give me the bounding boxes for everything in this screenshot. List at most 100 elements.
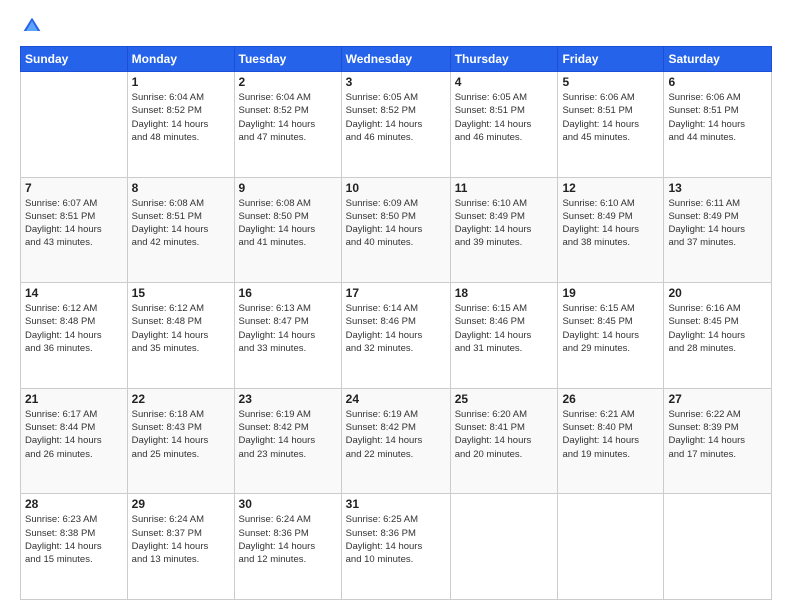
day-info: Sunrise: 6:14 AM Sunset: 8:46 PM Dayligh…: [346, 302, 446, 355]
calendar-header-wednesday: Wednesday: [341, 47, 450, 72]
calendar-cell: 7 Sunrise: 6:07 AM Sunset: 8:51 PM Daylig…: [21, 177, 128, 283]
day-number: 27: [668, 392, 767, 406]
day-info: Sunrise: 6:20 AM Sunset: 8:41 PM Dayligh…: [455, 408, 554, 461]
day-number: 22: [132, 392, 230, 406]
day-number: 16: [239, 286, 337, 300]
calendar-cell: 3 Sunrise: 6:05 AM Sunset: 8:52 PM Daylig…: [341, 72, 450, 178]
day-number: 15: [132, 286, 230, 300]
calendar-cell: 12 Sunrise: 6:10 AM Sunset: 8:49 PM Dayli…: [558, 177, 664, 283]
day-info: Sunrise: 6:11 AM Sunset: 8:49 PM Dayligh…: [668, 197, 767, 250]
day-number: 4: [455, 75, 554, 89]
day-number: 9: [239, 181, 337, 195]
day-info: Sunrise: 6:15 AM Sunset: 8:46 PM Dayligh…: [455, 302, 554, 355]
day-number: 10: [346, 181, 446, 195]
day-info: Sunrise: 6:08 AM Sunset: 8:51 PM Dayligh…: [132, 197, 230, 250]
calendar-cell: 15Sunrise: 6:12 AM Sunset: 8:48 PM Dayli…: [127, 283, 234, 389]
calendar-cell: 8 Sunrise: 6:08 AM Sunset: 8:51 PM Daylig…: [127, 177, 234, 283]
calendar-cell: 24 Sunrise: 6:19 AM Sunset: 8:42 PM Dayli…: [341, 388, 450, 494]
day-info: Sunrise: 6:09 AM Sunset: 8:50 PM Dayligh…: [346, 197, 446, 250]
calendar-week-row-2: 14 Sunrise: 6:12 AM Sunset: 8:48 PM Dayli…: [21, 283, 772, 389]
day-number: 7: [25, 181, 123, 195]
calendar-cell: 11 Sunrise: 6:10 AM Sunset: 8:49 PM Dayli…: [450, 177, 558, 283]
calendar-cell: 28Sunrise: 6:23 AM Sunset: 8:38 PM Dayli…: [21, 494, 128, 600]
day-number: 2: [239, 75, 337, 89]
calendar-cell: [450, 494, 558, 600]
day-info: Sunrise: 6:07 AM Sunset: 8:51 PM Dayligh…: [25, 197, 123, 250]
calendar-cell: [21, 72, 128, 178]
day-info: Sunrise: 6:05 AM Sunset: 8:52 PM Dayligh…: [346, 91, 446, 144]
day-info: Sunrise: 6:24 AM Sunset: 8:36 PM Dayligh…: [239, 513, 337, 566]
day-info: Sunrise: 6:25 AM Sunset: 8:36 PM Dayligh…: [346, 513, 446, 566]
day-number: 12: [562, 181, 659, 195]
calendar-header-saturday: Saturday: [664, 47, 772, 72]
calendar-cell: 26Sunrise: 6:21 AM Sunset: 8:40 PM Dayli…: [558, 388, 664, 494]
calendar-header-thursday: Thursday: [450, 47, 558, 72]
day-info: Sunrise: 6:06 AM Sunset: 8:51 PM Dayligh…: [668, 91, 767, 144]
day-info: Sunrise: 6:12 AM Sunset: 8:48 PM Dayligh…: [25, 302, 123, 355]
day-number: 18: [455, 286, 554, 300]
day-number: 6: [668, 75, 767, 89]
calendar-week-row-0: 1Sunrise: 6:04 AM Sunset: 8:52 PM Daylig…: [21, 72, 772, 178]
calendar-header-friday: Friday: [558, 47, 664, 72]
day-info: Sunrise: 6:13 AM Sunset: 8:47 PM Dayligh…: [239, 302, 337, 355]
calendar-cell: 2 Sunrise: 6:04 AM Sunset: 8:52 PM Daylig…: [234, 72, 341, 178]
calendar-cell: 16 Sunrise: 6:13 AM Sunset: 8:47 PM Dayli…: [234, 283, 341, 389]
calendar-cell: 1Sunrise: 6:04 AM Sunset: 8:52 PM Daylig…: [127, 72, 234, 178]
calendar-cell: 30 Sunrise: 6:24 AM Sunset: 8:36 PM Dayli…: [234, 494, 341, 600]
day-info: Sunrise: 6:17 AM Sunset: 8:44 PM Dayligh…: [25, 408, 123, 461]
calendar-cell: 14 Sunrise: 6:12 AM Sunset: 8:48 PM Dayli…: [21, 283, 128, 389]
day-number: 23: [239, 392, 337, 406]
day-number: 13: [668, 181, 767, 195]
day-number: 28: [25, 497, 123, 511]
day-number: 3: [346, 75, 446, 89]
calendar-header-tuesday: Tuesday: [234, 47, 341, 72]
calendar-header-row: SundayMondayTuesdayWednesdayThursdayFrid…: [21, 47, 772, 72]
day-info: Sunrise: 6:04 AM Sunset: 8:52 PM Dayligh…: [239, 91, 337, 144]
day-number: 5: [562, 75, 659, 89]
day-number: 30: [239, 497, 337, 511]
page: SundayMondayTuesdayWednesdayThursdayFrid…: [0, 0, 792, 612]
day-info: Sunrise: 6:22 AM Sunset: 8:39 PM Dayligh…: [668, 408, 767, 461]
day-info: Sunrise: 6:04 AM Sunset: 8:52 PM Dayligh…: [132, 91, 230, 144]
day-number: 24: [346, 392, 446, 406]
day-info: Sunrise: 6:08 AM Sunset: 8:50 PM Dayligh…: [239, 197, 337, 250]
day-info: Sunrise: 6:19 AM Sunset: 8:42 PM Dayligh…: [239, 408, 337, 461]
day-info: Sunrise: 6:24 AM Sunset: 8:37 PM Dayligh…: [132, 513, 230, 566]
logo: [20, 16, 42, 36]
day-number: 19: [562, 286, 659, 300]
calendar-cell: [664, 494, 772, 600]
day-info: Sunrise: 6:19 AM Sunset: 8:42 PM Dayligh…: [346, 408, 446, 461]
calendar-cell: 4Sunrise: 6:05 AM Sunset: 8:51 PM Daylig…: [450, 72, 558, 178]
calendar-cell: 25 Sunrise: 6:20 AM Sunset: 8:41 PM Dayli…: [450, 388, 558, 494]
calendar-cell: 23 Sunrise: 6:19 AM Sunset: 8:42 PM Dayli…: [234, 388, 341, 494]
calendar-cell: 21Sunrise: 6:17 AM Sunset: 8:44 PM Dayli…: [21, 388, 128, 494]
calendar-cell: 10 Sunrise: 6:09 AM Sunset: 8:50 PM Dayli…: [341, 177, 450, 283]
day-number: 25: [455, 392, 554, 406]
calendar-cell: 22 Sunrise: 6:18 AM Sunset: 8:43 PM Dayli…: [127, 388, 234, 494]
day-number: 29: [132, 497, 230, 511]
calendar-table: SundayMondayTuesdayWednesdayThursdayFrid…: [20, 46, 772, 600]
calendar-header-monday: Monday: [127, 47, 234, 72]
day-info: Sunrise: 6:10 AM Sunset: 8:49 PM Dayligh…: [455, 197, 554, 250]
calendar-cell: 5 Sunrise: 6:06 AM Sunset: 8:51 PM Daylig…: [558, 72, 664, 178]
day-number: 26: [562, 392, 659, 406]
calendar-cell: [558, 494, 664, 600]
day-info: Sunrise: 6:16 AM Sunset: 8:45 PM Dayligh…: [668, 302, 767, 355]
calendar-week-row-4: 28Sunrise: 6:23 AM Sunset: 8:38 PM Dayli…: [21, 494, 772, 600]
day-info: Sunrise: 6:06 AM Sunset: 8:51 PM Dayligh…: [562, 91, 659, 144]
calendar-cell: 18 Sunrise: 6:15 AM Sunset: 8:46 PM Dayli…: [450, 283, 558, 389]
day-info: Sunrise: 6:10 AM Sunset: 8:49 PM Dayligh…: [562, 197, 659, 250]
day-number: 8: [132, 181, 230, 195]
day-number: 31: [346, 497, 446, 511]
day-info: Sunrise: 6:18 AM Sunset: 8:43 PM Dayligh…: [132, 408, 230, 461]
calendar-cell: 20 Sunrise: 6:16 AM Sunset: 8:45 PM Dayli…: [664, 283, 772, 389]
day-number: 11: [455, 181, 554, 195]
header: [20, 16, 772, 36]
calendar-cell: 19 Sunrise: 6:15 AM Sunset: 8:45 PM Dayli…: [558, 283, 664, 389]
day-number: 20: [668, 286, 767, 300]
calendar-header-sunday: Sunday: [21, 47, 128, 72]
day-number: 14: [25, 286, 123, 300]
calendar-week-row-3: 21Sunrise: 6:17 AM Sunset: 8:44 PM Dayli…: [21, 388, 772, 494]
calendar-cell: 31 Sunrise: 6:25 AM Sunset: 8:36 PM Dayli…: [341, 494, 450, 600]
day-info: Sunrise: 6:15 AM Sunset: 8:45 PM Dayligh…: [562, 302, 659, 355]
